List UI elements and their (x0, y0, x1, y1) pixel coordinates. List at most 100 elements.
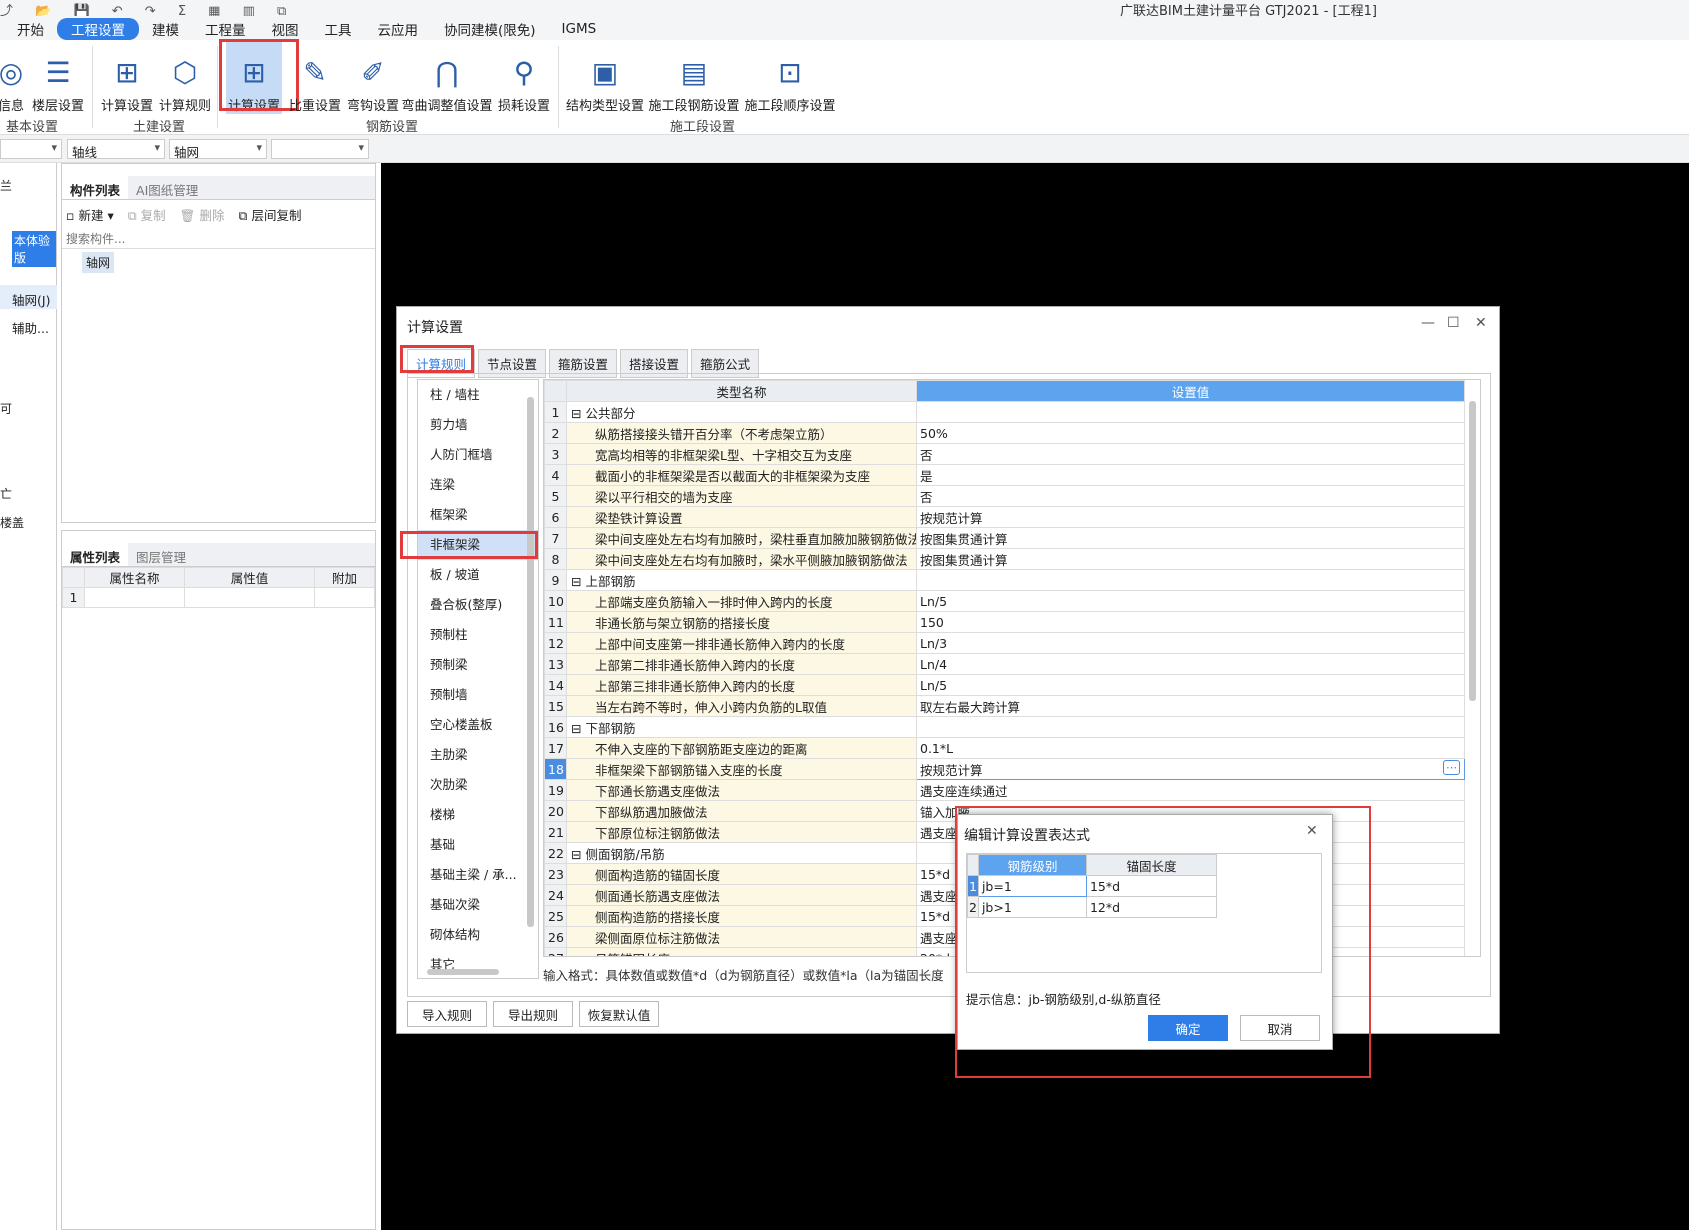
menu-collab[interactable]: 协同建模(限免) (431, 19, 549, 39)
category-item[interactable]: 空心楼盖板 (418, 710, 538, 740)
rule-row[interactable]: 19 下部通长筋遇支座做法 遇支座连续通过 (544, 779, 1465, 801)
property-cell[interactable] (314, 587, 375, 608)
category-item[interactable]: 预制柱 (418, 620, 538, 650)
tab-ai-drawings[interactable]: AI图纸管理 (128, 176, 206, 199)
rule-row[interactable]: 16 ⊟ 下部钢筋 (544, 716, 1465, 738)
close-icon[interactable]: ✕ (1475, 315, 1487, 331)
rule-value[interactable]: 否 (916, 443, 1465, 465)
property-cell[interactable] (184, 587, 315, 608)
category-combo[interactable]: 轴线 (67, 139, 165, 160)
category-item[interactable]: 砌体结构 (418, 920, 538, 950)
tab-property-list[interactable]: 属性列表 (62, 543, 129, 566)
rule-row[interactable]: 17 不伸入支座的下部钢筋距支座边的距离 0.1*L (544, 737, 1465, 759)
floor-combo[interactable] (0, 139, 62, 159)
rule-value[interactable]: 遇支座连续通过 (916, 779, 1465, 801)
rule-row[interactable]: 3 宽高均相等的非框架梁L型、十字相交互为支座否 (544, 443, 1465, 465)
category-scrollbar[interactable] (527, 397, 534, 927)
category-item[interactable]: 楼梯 (418, 800, 538, 830)
copy-button[interactable]: ⧉ 复制 (128, 205, 166, 224)
rule-row[interactable]: 12 上部中间支座第一排非通长筋伸入跨内的长度 Ln/3 (544, 632, 1465, 654)
rule-row[interactable]: 11 非通长筋与架立钢筋的搭接长度 150 (544, 611, 1465, 633)
quick-access-toolbar[interactable]: ⤴ 📂 💾 ↶ ↷ Σ ▦ ▥ ⧉ (0, 0, 400, 16)
more-icon[interactable]: ⋯ (1443, 760, 1460, 775)
property-cell[interactable] (84, 587, 185, 608)
rule-row[interactable]: 7 梁中间支座处左右均有加腋时，梁柱垂直加腋加腋钢筋做法 按图集贯通计算 (544, 527, 1465, 549)
menu-quantities[interactable]: 工程量 (192, 19, 259, 39)
category-item[interactable]: 连梁 (418, 470, 538, 500)
left-nav-item[interactable]: 楼盖 (0, 514, 24, 531)
rule-value[interactable]: 按图集贯通计算 (916, 527, 1465, 549)
new-button[interactable]: ▫ 新建 ▾ (66, 205, 114, 224)
rule-row[interactable]: 15 当左右跨不等时，伸入小跨内负筋的L取值 取左右最大跨计算 (544, 695, 1465, 717)
category-item[interactable]: 框架梁 (418, 500, 538, 530)
category-item[interactable]: 预制墙 (418, 680, 538, 710)
ribbon-loss-settings-button[interactable]: ⚲ 损耗设置 (496, 42, 552, 114)
menu-tools[interactable]: 工具 (312, 19, 365, 39)
grid-scrollbar[interactable] (1469, 401, 1476, 701)
tree-item-axis-grid[interactable]: 轴网 (82, 252, 115, 273)
export-rules-button[interactable]: 导出规则 (493, 1001, 573, 1027)
menu-modeling[interactable]: 建模 (139, 19, 192, 39)
rule-value[interactable]: 按图集贯通计算 (916, 548, 1465, 570)
type-combo[interactable]: 轴网 (169, 139, 267, 160)
rule-row[interactable]: 2 纵筋搭接接头错开百分率（不考虑架立筋） 50% (544, 422, 1465, 444)
left-nav-item-aux[interactable]: 辅助... (12, 318, 49, 337)
ribbon-info-button[interactable]: ◎ 信息 (0, 42, 28, 114)
import-rules-button[interactable]: 导入规则 (407, 1001, 487, 1027)
category-item[interactable]: 叠合板(整厚) (418, 590, 538, 620)
rule-row[interactable]: 1 ⊟ 公共部分 (544, 401, 1465, 423)
ribbon-calc-rules-button[interactable]: ⬡ 计算规则 (158, 42, 212, 114)
rule-value[interactable]: Ln/5 (916, 590, 1465, 612)
category-item[interactable]: 基础 (418, 830, 538, 860)
ribbon-weight-settings-button[interactable]: ✎ 比重设置 (288, 42, 342, 114)
rule-value[interactable]: 是 (916, 464, 1465, 486)
rule-value[interactable] (916, 569, 1465, 591)
rule-row[interactable]: 14 上部第三排非通长筋伸入跨内的长度 Ln/5 (544, 674, 1465, 696)
ribbon-structure-type-button[interactable]: ▣ 结构类型设置 (566, 42, 644, 114)
menu-view[interactable]: 视图 (259, 19, 312, 39)
collapse-icon[interactable]: ⊟ (571, 721, 585, 736)
ribbon-stage-rebar-button[interactable]: ▤ 施工段钢筋设置 (648, 42, 740, 114)
rule-value[interactable]: 按规范计算 ⋯ (916, 758, 1465, 780)
menu-start[interactable]: 开始 (4, 19, 57, 39)
rule-row[interactable]: 6 梁垫铁计算设置 按规范计算 (544, 506, 1465, 528)
delete-button[interactable]: 🗑 删除 (180, 205, 225, 224)
rule-value[interactable]: Ln/5 (916, 674, 1465, 696)
rule-value[interactable]: 否 (916, 485, 1465, 507)
ribbon-calc-settings-civil-button[interactable]: ⊞ 计算设置 (100, 42, 154, 114)
rule-row[interactable]: 4 截面小的非框架梁是否以截面大的非框架梁为支座是 (544, 464, 1465, 486)
tab-layer-manage[interactable]: 图层管理 (128, 543, 194, 566)
category-item[interactable]: 主肋梁 (418, 740, 538, 770)
rule-value[interactable]: 150 (916, 611, 1465, 633)
rule-value[interactable] (916, 401, 1465, 423)
left-nav-item[interactable]: 可 (0, 400, 12, 417)
rule-row[interactable]: 13 上部第二排非通长筋伸入跨内的长度 Ln/4 (544, 653, 1465, 675)
component-combo[interactable] (271, 139, 369, 159)
rule-value[interactable]: Ln/3 (916, 632, 1465, 654)
left-nav-item-axis[interactable]: 轴网(J) (12, 290, 50, 309)
rule-row[interactable]: 10 上部端支座负筋输入一排时伸入跨内的长度 Ln/5 (544, 590, 1465, 612)
ribbon-stage-order-button[interactable]: ⊡ 施工段顺序设置 (744, 42, 836, 114)
category-item[interactable]: 人防门框墙 (418, 440, 538, 470)
tab-component-list[interactable]: 构件列表 (62, 176, 129, 199)
category-item[interactable]: 基础主梁 / 承... (418, 860, 538, 890)
category-item[interactable]: 剪力墙 (418, 410, 538, 440)
menu-igms[interactable]: IGMS (549, 21, 610, 37)
trial-badge[interactable]: 本体验版 (12, 231, 56, 267)
rule-row[interactable]: 8 梁中间支座处左右均有加腋时，梁水平侧腋加腋钢筋做法 按图集贯通计算 (544, 548, 1465, 570)
left-nav-item[interactable]: 亡 (0, 485, 12, 502)
restore-defaults-button[interactable]: 恢复默认值 (579, 1001, 659, 1027)
ribbon-floor-settings-button[interactable]: ☰ 楼层设置 (32, 42, 84, 114)
rule-value[interactable] (916, 716, 1465, 738)
rule-value[interactable]: Ln/4 (916, 653, 1465, 675)
collapse-icon[interactable]: ⊟ (571, 574, 585, 589)
rule-value[interactable]: 0.1*L (916, 737, 1465, 759)
rule-value[interactable]: 50% (916, 422, 1465, 444)
rule-value[interactable]: 取左右最大跨计算 (916, 695, 1465, 717)
category-item[interactable]: 次肋梁 (418, 770, 538, 800)
floor-copy-button[interactable]: ⧉ 层间复制 (239, 205, 302, 224)
collapse-icon[interactable]: ⊟ (571, 406, 585, 421)
minimize-icon[interactable]: — (1421, 315, 1435, 331)
maximize-icon[interactable]: ☐ (1447, 315, 1460, 331)
menu-project-settings[interactable]: 工程设置 (57, 18, 139, 40)
